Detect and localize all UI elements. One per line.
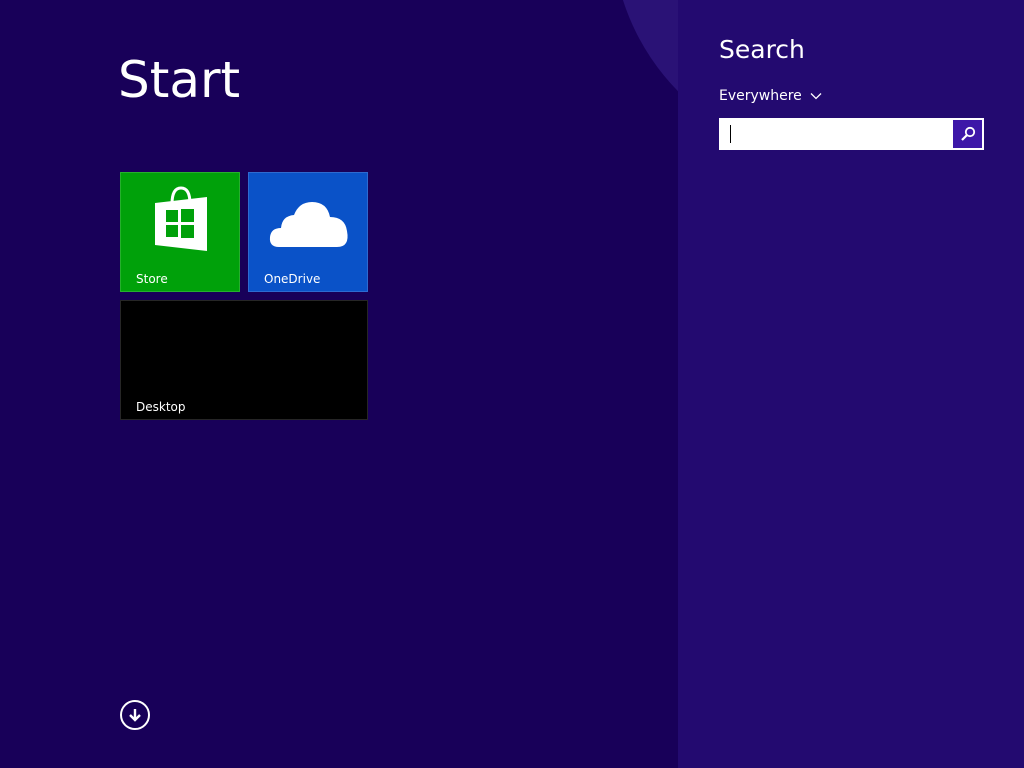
background-decoration [612, 0, 678, 160]
onedrive-tile[interactable]: OneDrive [248, 172, 368, 292]
desktop-tile-label: Desktop [136, 400, 186, 414]
search-input[interactable] [721, 120, 953, 148]
text-caret [730, 125, 731, 143]
search-scope-label: Everywhere [719, 88, 802, 104]
search-button[interactable] [953, 120, 982, 148]
onedrive-tile-label: OneDrive [264, 272, 321, 286]
desktop-tile[interactable]: Desktop [120, 300, 368, 420]
all-apps-button[interactable] [120, 700, 150, 730]
start-screen: Start Store OneDrive Desktop Search Ever… [0, 0, 1024, 768]
start-title: Start [118, 51, 241, 109]
store-tile[interactable]: Store [120, 172, 240, 292]
store-tile-label: Store [136, 272, 168, 286]
search-icon [960, 126, 975, 141]
down-arrow-circle-icon [129, 709, 141, 722]
search-pane: Search Everywhere [678, 0, 1024, 768]
search-title: Search [719, 35, 805, 64]
start-area: Start Store OneDrive Desktop [0, 0, 678, 768]
search-scope-dropdown[interactable]: Everywhere [719, 86, 822, 106]
search-box [719, 118, 984, 150]
chevron-down-icon [810, 93, 822, 100]
